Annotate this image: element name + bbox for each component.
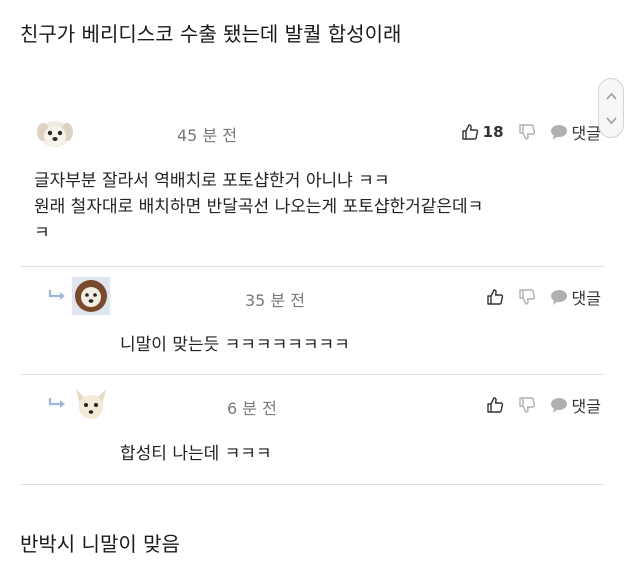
thumbs-down-icon [518, 289, 535, 305]
chihuahua-avatar[interactable] [72, 385, 110, 423]
post-title: 친구가 베리디스코 수출 됐는데 발퀄 합성이래 [20, 22, 402, 46]
reply-arrow-icon [48, 398, 65, 408]
like-button[interactable] [486, 396, 504, 414]
reply-actions: 댓글 [486, 393, 601, 417]
reply-actions: 댓글 [486, 285, 601, 309]
like-count: 18 [482, 123, 504, 141]
lion-dog-avatar[interactable] [72, 277, 110, 315]
thumbs-up-icon [486, 397, 503, 413]
dislike-button[interactable] [518, 288, 536, 306]
reply-label: 댓글 [571, 289, 601, 308]
comment-actions: 18 댓글 [461, 120, 601, 144]
reply-button[interactable]: 댓글 [550, 393, 601, 417]
speech-bubble-icon [550, 290, 567, 305]
thumbs-up-icon [486, 289, 503, 305]
like-button[interactable]: 18 [461, 123, 504, 141]
reply-button[interactable]: 댓글 [550, 120, 601, 144]
comment-line: ㅋ [34, 223, 50, 243]
comment-line: 글자부분 잘라서 역배치로 포토샵한거 아니냐 ㅋㅋ [34, 171, 390, 191]
reply-time: 6 분 전 [227, 399, 277, 418]
dislike-button[interactable] [518, 123, 536, 141]
reply-comment: 6 분 전 댓글 합성티 나는데 ㅋㅋㅋ [20, 375, 605, 485]
reply-label: 댓글 [571, 124, 601, 143]
comment-time: 45 분 전 [177, 126, 237, 145]
reply-body: 합성티 나는데 ㅋㅋㅋ [120, 444, 272, 464]
thumbs-up-icon [461, 124, 478, 140]
chevron-up-icon[interactable] [606, 91, 617, 102]
speech-bubble-icon [550, 398, 567, 413]
thumbs-down-icon [518, 397, 535, 413]
thumbs-down-icon [518, 124, 535, 140]
reply-time: 35 분 전 [245, 291, 305, 310]
reply-arrow-icon [48, 290, 65, 300]
like-button[interactable] [486, 288, 504, 306]
comment-body: 글자부분 잘라서 역배치로 포토샵한거 아니냐 ㅋㅋ 원래 철자대로 배치하면 … [34, 168, 594, 246]
reply-button[interactable]: 댓글 [550, 285, 601, 309]
comment: 45 분 전 18 댓글 글자부분 잘라서 역배치로 포토샵한거 아니냐 ㅋㅋ … [20, 100, 605, 267]
dislike-button[interactable] [518, 396, 536, 414]
reply-body: 니말이 맞는듯 ㅋㅋㅋㅋㅋㅋㅋㅋ [120, 335, 350, 355]
comment-line: 원래 철자대로 배치하면 반달곡선 나오는게 포토샵한거같은데ㅋ [34, 197, 484, 217]
white-puppy-avatar[interactable] [36, 114, 74, 152]
chevron-down-icon[interactable] [606, 115, 617, 126]
speech-bubble-icon [550, 125, 567, 140]
reply-label: 댓글 [571, 397, 601, 416]
reply-comment: 35 분 전 댓글 니말이 맞는듯 ㅋㅋㅋㅋㅋㅋㅋㅋ [20, 267, 605, 375]
footer-text: 반박시 니말이 맞음 [20, 532, 180, 556]
